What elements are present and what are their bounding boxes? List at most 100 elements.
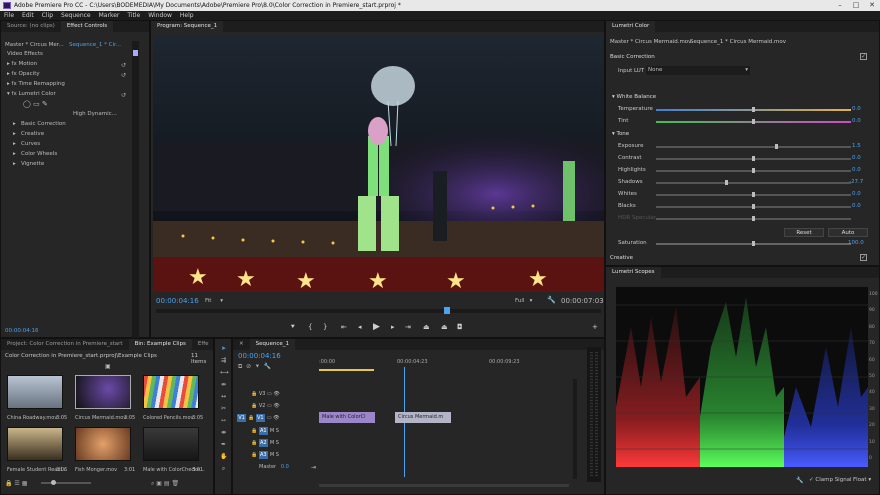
new-bin-icon[interactable]: ▣ [156, 480, 162, 487]
tone-hdr-specular-slider[interactable] [656, 216, 851, 221]
slider-knob[interactable] [775, 144, 779, 149]
track-header-v1[interactable]: V1 🔒 V1 ▭ 👁 [237, 414, 280, 422]
clip-thumbnail-male-colorchecker[interactable] [143, 427, 199, 461]
lift-icon[interactable]: ⏏ [423, 323, 430, 331]
step-forward-icon[interactable]: ▸ [391, 323, 395, 331]
tab-project[interactable]: Project: Color Correction in Premiere_st… [1, 339, 129, 350]
mark-in-icon[interactable]: { [308, 323, 312, 331]
lumetri-curves[interactable]: ▸ Curves [13, 140, 40, 149]
tab-source[interactable]: Source: (no clips) [1, 21, 61, 32]
effect-motion[interactable]: ▸ fx Motion [7, 60, 37, 69]
program-scrubber[interactable] [156, 307, 601, 314]
sequence-clip-label[interactable]: Sequence_1 * Cir... [69, 41, 121, 50]
go-to-in-icon[interactable]: ⇤ [341, 323, 347, 331]
effect-lumetri-color[interactable]: ▾ fx Lumetri Color [7, 90, 56, 99]
tab-lumetri-color[interactable]: Lumetri Color [606, 21, 656, 32]
clip-thumbnail-colored-pencils[interactable] [143, 375, 199, 409]
float-dropdown[interactable]: Float ▾ [853, 477, 871, 483]
selection-tool-icon[interactable]: ➤ [220, 345, 227, 352]
tab-program[interactable]: Program: Sequence_1 [151, 21, 224, 32]
clip-thumbnail-female-student[interactable] [7, 427, 63, 461]
razor-tool-icon[interactable]: ✂ [220, 405, 227, 412]
menu-window[interactable]: Window [148, 11, 172, 20]
creative-checkbox[interactable]: ✓ [860, 254, 867, 261]
tint-slider[interactable] [656, 119, 851, 124]
tone-header[interactable]: ▾ Tone [612, 131, 629, 137]
lumetri-creative[interactable]: ▸ Creative [13, 130, 44, 139]
slider-knob[interactable] [752, 204, 755, 209]
pen-mask-icon[interactable]: ✎ [42, 100, 48, 108]
slider-knob[interactable] [752, 156, 755, 161]
settings-wrench-icon[interactable]: 🔧 [264, 363, 271, 370]
wrench-icon[interactable]: 🔧 [547, 296, 556, 304]
reset-button[interactable]: Reset [784, 228, 824, 237]
tab-effects[interactable]: Effe [192, 339, 215, 350]
track-header-a1[interactable]: 🔒 A1 M S [251, 427, 279, 435]
basic-correction-header[interactable]: Basic Correction [610, 54, 655, 60]
temperature-knob[interactable] [752, 107, 755, 112]
ripple-edit-tool-icon[interactable]: ⟷ [220, 369, 229, 376]
clip-thumbnail-china-roadway[interactable] [7, 375, 63, 409]
export-frame-icon[interactable]: ◘ [457, 323, 463, 331]
clip-thumbnail-fish-monger[interactable] [75, 427, 131, 461]
go-to-out-icon[interactable]: ⇥ [405, 323, 411, 331]
tone-contrast-value[interactable]: 0.0 [852, 155, 861, 161]
saturation-value[interactable]: 100.0 [848, 240, 864, 246]
lumetri-sequence-label[interactable]: Sequence_1 * Circus Mermaid.mov [690, 39, 786, 45]
menu-sequence[interactable]: Sequence [61, 11, 91, 20]
menu-edit[interactable]: Edit [22, 11, 34, 20]
tone-whites-value[interactable]: 0.0 [852, 191, 861, 197]
slip-tool-icon[interactable]: ⇿ [220, 417, 227, 424]
clamp-signal-checkbox[interactable]: ✓ Clamp Signal [809, 477, 852, 483]
list-view-icon[interactable]: ☰ [14, 480, 19, 487]
linked-selection-icon[interactable]: ⊘ [246, 363, 251, 370]
tab-sequence[interactable]: Sequence_1 [249, 339, 295, 350]
tab-lumetri-scopes[interactable]: Lumetri Scopes [606, 267, 661, 278]
clip-thumbnail-circus-mermaid[interactable] [75, 375, 131, 409]
close-tab-icon[interactable]: ✕ [233, 339, 250, 350]
menu-marker[interactable]: Marker [99, 11, 120, 20]
go-to-end-icon[interactable]: ⇥ [311, 464, 316, 471]
menu-help[interactable]: Help [180, 11, 194, 20]
lumetri-vignette[interactable]: ▸ Vignette [13, 160, 44, 169]
add-marker-icon[interactable]: ⯆ [255, 363, 260, 370]
rate-stretch-tool-icon[interactable]: ↔ [220, 393, 227, 400]
lumetri-color-wheels[interactable]: ▸ Color Wheels [13, 150, 57, 159]
snap-icon[interactable]: ⧉ [238, 363, 242, 370]
ellipse-mask-icon[interactable]: ◯ [23, 100, 31, 108]
timeline-timecode[interactable]: 00:00:04:16 [238, 352, 281, 361]
rolling-edit-tool-icon[interactable]: ⇹ [220, 381, 227, 388]
tone-shadows-slider[interactable] [656, 180, 851, 185]
tone-exposure-slider[interactable] [656, 144, 851, 149]
white-balance-header[interactable]: ▾ White Balance [612, 94, 656, 100]
timeline-clip-circus-mermaid[interactable]: Circus Mermaid.m [395, 412, 451, 423]
add-button-icon[interactable]: + [592, 323, 598, 331]
quality-dropdown[interactable]: Full ▾ [515, 297, 532, 306]
rect-mask-icon[interactable]: ▭ [33, 100, 40, 108]
tone-highlights-slider[interactable] [656, 168, 851, 173]
zoom-slider[interactable] [41, 480, 91, 485]
tone-blacks-slider[interactable] [656, 204, 851, 209]
track-select-tool-icon[interactable]: ⇶ [220, 357, 227, 364]
icon-view-icon[interactable]: ▦ [22, 480, 28, 487]
tab-bin[interactable]: Bin: Example Clips [128, 339, 192, 350]
program-timecode[interactable]: 00:00:04:16 [156, 297, 199, 306]
tone-exposure-value[interactable]: 1.5 [852, 143, 861, 149]
extract-icon[interactable]: ⏏ [441, 323, 448, 331]
mini-timeline[interactable] [132, 41, 139, 341]
minimize-icon[interactable]: – [832, 0, 848, 11]
menu-title[interactable]: Title [127, 11, 140, 20]
menu-file[interactable]: File [4, 11, 14, 20]
timeline-vertical-scrollbar[interactable] [573, 379, 577, 479]
slide-tool-icon[interactable]: ⇼ [220, 429, 227, 436]
trash-icon[interactable]: 🗑 [171, 480, 179, 487]
menu-clip[interactable]: Clip [42, 11, 53, 20]
tone-shadows-value[interactable]: -27.7 [849, 179, 863, 185]
marker-icon[interactable]: ⯆ [290, 323, 296, 332]
temperature-slider[interactable] [656, 107, 851, 112]
fit-dropdown[interactable]: Fit ▾ [205, 297, 223, 306]
effect-opacity[interactable]: ▸ fx Opacity [7, 70, 40, 79]
tab-effect-controls[interactable]: Effect Controls [60, 21, 114, 32]
creative-header[interactable]: Creative [610, 255, 633, 261]
hand-tool-icon[interactable]: ✋ [220, 453, 227, 460]
